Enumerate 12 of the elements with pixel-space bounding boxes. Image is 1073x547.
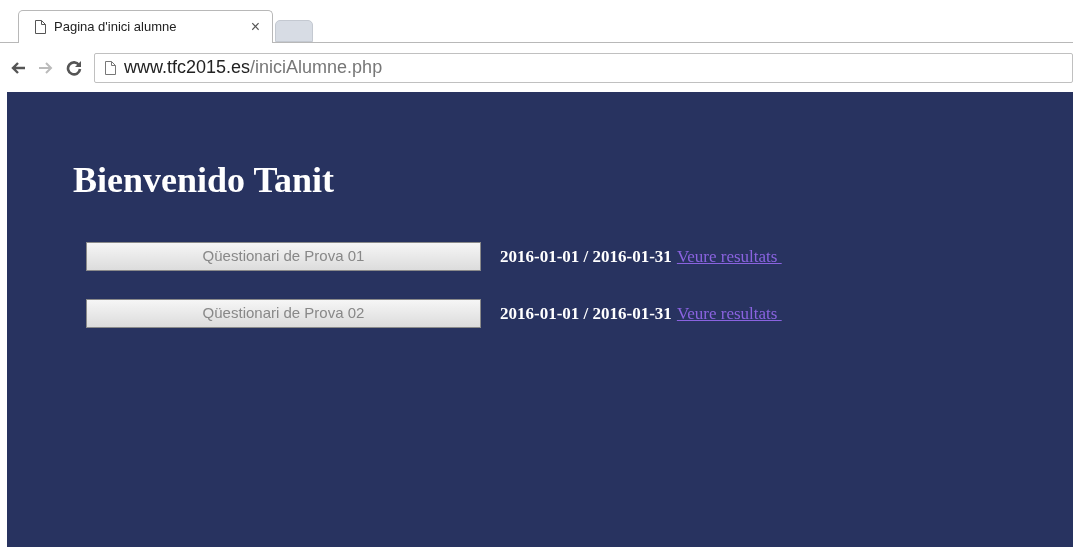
page-icon	[35, 20, 46, 34]
browser-tab[interactable]: Pagina d'inici alumne ×	[18, 10, 273, 43]
reload-icon[interactable]	[66, 59, 82, 76]
date-range: 2016-01-01 / 2016-01-31	[500, 245, 672, 268]
page-icon	[105, 60, 116, 75]
date-range: 2016-01-01 / 2016-01-31	[500, 302, 672, 325]
close-icon[interactable]: ×	[250, 19, 260, 35]
tab-title: Pagina d'inici alumne	[54, 18, 178, 37]
address-bar[interactable]: www.tfc2015.es/iniciAlumne.php	[94, 52, 1073, 83]
page-heading: Bienvenido Tanit	[73, 160, 336, 200]
back-arrow-icon[interactable]	[10, 60, 26, 75]
url-text: www.tfc2015.es/iniciAlumne.php	[124, 56, 383, 79]
